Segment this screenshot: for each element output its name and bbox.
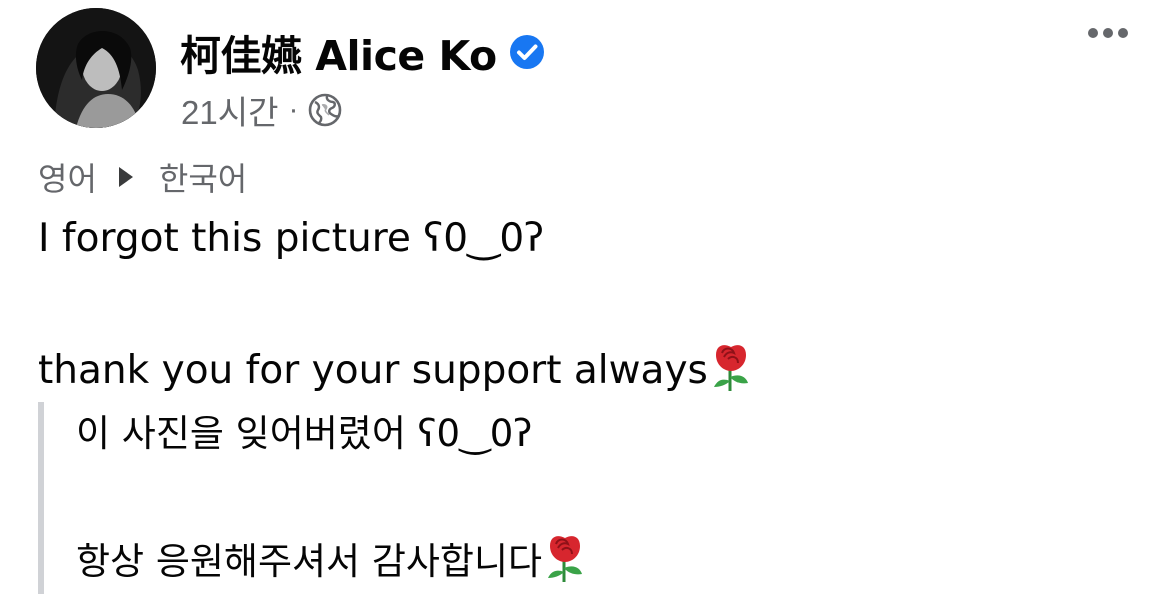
rose-emoji-icon <box>548 536 583 582</box>
more-dot-icon <box>1103 28 1113 38</box>
post-text-line: I forgot this picture ʕ0‿0ʔ <box>38 216 545 261</box>
globe-icon <box>309 93 342 127</box>
post-header: 柯佳嬿 Alice Ko <box>180 22 545 82</box>
post-meta: 21시간 · <box>181 86 342 134</box>
arrow-right-icon <box>118 167 133 187</box>
more-options-button[interactable] <box>1084 24 1132 42</box>
avatar[interactable] <box>36 8 156 128</box>
meta-separator: · <box>288 93 299 126</box>
verified-badge-icon <box>509 35 544 69</box>
more-dot-icon <box>1088 28 1098 38</box>
source-language: 영어 <box>38 160 97 198</box>
translated-text-line: 항상 응원해주셔서 감사합니다 <box>76 530 588 594</box>
rose-emoji-icon <box>713 345 748 391</box>
target-language: 한국어 <box>158 160 248 198</box>
translated-text-line: 이 사진을 잊어버렸어 ʕ0‿0ʔ <box>76 412 533 455</box>
more-dot-icon <box>1118 28 1128 38</box>
translated-text-block: 이 사진을 잊어버렸어 ʕ0‿0ʔ 항상 응원해주셔서 감사합니다 <box>38 402 588 594</box>
post-text-line: thank you for your support always <box>38 338 754 404</box>
post-timestamp[interactable]: 21시간 <box>181 86 278 134</box>
author-name[interactable]: 柯佳嬿 Alice Ko <box>180 22 497 82</box>
translation-bar[interactable]: 영어 한국어 <box>38 154 247 200</box>
post-body: I forgot this picture ʕ0‿0ʔ thank you fo… <box>38 206 754 404</box>
